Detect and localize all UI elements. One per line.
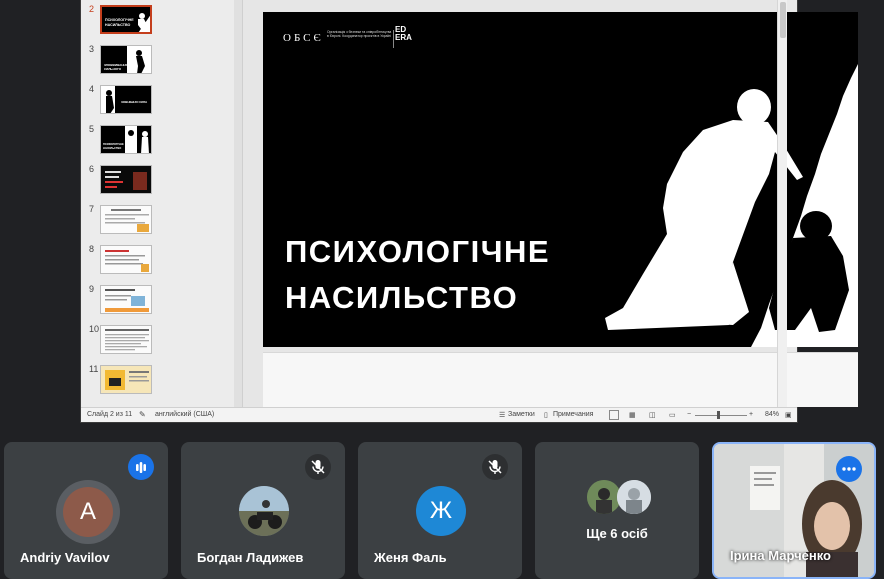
language-indicator[interactable]: английский (США) (155, 411, 214, 418)
svg-text:СИЛЬНОГО: СИЛЬНОГО (104, 67, 122, 71)
spellcheck-icon[interactable]: ✎ (139, 410, 146, 419)
svg-text:ПСИХОЛОГІЧНЕ: ПСИХОЛОГІЧНЕ (105, 18, 134, 22)
slide-thumb-image (100, 325, 152, 354)
slide-thumb-4[interactable]: 4 ЗОВНІШНЯ СИЛА (85, 84, 235, 118)
slide-thumb-11[interactable]: 11 (85, 364, 235, 398)
slide-thumb-image (100, 245, 152, 274)
slide-number: 8 (89, 244, 95, 254)
mic-off-icon (305, 454, 331, 480)
slide-number: 9 (89, 284, 95, 294)
slide-thumb-2[interactable]: 2 ПСИХОЛОГІЧНЕ НАСИЛЬСТВО (85, 4, 235, 38)
mic-off-icon (482, 454, 508, 480)
slideshow-icon[interactable]: ▭ (669, 411, 676, 419)
reading-view-icon[interactable]: ◫ (649, 411, 656, 419)
slides-panel-scrollbar[interactable] (234, 0, 242, 407)
svg-text:ПСИХОЛОГІЧНЕ: ПСИХОЛОГІЧНЕ (103, 142, 124, 146)
others-count: Ще 6 осіб (586, 526, 648, 541)
participant-name: Богдан Ладижев (197, 550, 304, 565)
slide-thumb-image (100, 205, 152, 234)
slide-counter: Слайд 2 из 11 (87, 411, 133, 418)
slide-thumb-image (100, 365, 152, 394)
participant-tile[interactable]: Ж Женя Фаль (358, 442, 522, 579)
slide-thumb-image (100, 285, 152, 314)
slide-thumb-10[interactable]: 10 (85, 324, 235, 358)
slide-number: 7 (89, 204, 95, 214)
zoom-level[interactable]: 84% (765, 411, 779, 418)
avatar: Ж (416, 486, 466, 536)
edera-logo: ED ERA (395, 25, 412, 42)
speaking-indicator-icon (128, 454, 154, 480)
avatar (239, 486, 289, 536)
slide-thumb-image: ЗОВНІШНЯ СИЛА (100, 85, 152, 114)
slide-thumb-image (100, 165, 152, 194)
slide-number: 2 (89, 4, 95, 14)
current-slide: ОБСЄ Організація з безпеки та співробітн… (263, 12, 858, 347)
slide-number: 6 (89, 164, 95, 174)
slide-thumb-image: ПСИХОЛОГІЧНЕ НАСИЛЬСТВО (100, 125, 152, 154)
slide-title-line-2: НАСИЛЬСТВО (285, 280, 519, 315)
zoom-in-icon[interactable]: + (749, 411, 753, 418)
slide-number: 11 (89, 364, 99, 374)
svg-text:ЗОВНІШНЯ СИЛА: ЗОВНІШНЯ СИЛА (121, 100, 148, 104)
notes-icon[interactable]: ☰ (499, 411, 505, 419)
slide-thumb-3[interactable]: 3 ЗЛОВЖИВАННЯ СИЛЬНОГО (85, 44, 235, 78)
slide-number: 4 (89, 84, 95, 94)
avatar-ring: A (56, 480, 120, 544)
avatar (587, 480, 621, 514)
slides-panel: 2 ПСИХОЛОГІЧНЕ НАСИЛЬСТВО 3 ЗЛОВЖИВАННЯ … (81, 0, 243, 407)
presentation-window: 2 ПСИХОЛОГІЧНЕ НАСИЛЬСТВО 3 ЗЛОВЖИВАННЯ … (80, 0, 858, 423)
participant-name: Andriy Vavilov (20, 550, 110, 565)
normal-view-icon[interactable] (609, 410, 619, 420)
comments-button[interactable]: Примечания (553, 411, 593, 418)
avatar (617, 480, 651, 514)
slide-sorter-icon[interactable]: ▦ (629, 411, 636, 419)
slide-thumb-7[interactable]: 7 (85, 204, 235, 238)
participant-tile[interactable]: A Andriy Vavilov (4, 442, 168, 579)
zoom-slider-handle[interactable] (717, 411, 720, 419)
zoom-slider[interactable] (695, 415, 747, 416)
osce-logo: ОБСЄ (283, 32, 324, 44)
svg-text:НАСИЛЬСТВО: НАСИЛЬСТВО (103, 146, 121, 150)
notes-button[interactable]: Заметки (508, 411, 535, 418)
slide-number: 5 (89, 124, 95, 134)
fit-to-window-icon[interactable]: ▣ (785, 411, 792, 419)
slide-thumb-6[interactable]: 6 (85, 164, 235, 198)
slide-thumb-5[interactable]: 5 ПСИХОЛОГІЧНЕ НАСИЛЬСТВО (85, 124, 235, 158)
participant-tile-video[interactable]: Ірина Марченко (712, 442, 876, 579)
notes-pane[interactable] (263, 352, 858, 407)
participant-name: Ірина Марченко (730, 548, 831, 563)
zoom-out-icon[interactable]: − (687, 411, 691, 418)
slide-scrollbar[interactable] (777, 0, 787, 407)
osce-subtext: Організація з безпеки та співробітництва… (327, 30, 392, 39)
slide-title-line-1: ПСИХОЛОГІЧНЕ (285, 234, 551, 269)
slide-thumb-image: ПСИХОЛОГІЧНЕ НАСИЛЬСТВО (100, 5, 152, 34)
slide-thumb-8[interactable]: 8 (85, 244, 235, 278)
svg-text:НАСИЛЬСТВО: НАСИЛЬСТВО (105, 23, 131, 27)
participant-name: Женя Фаль (374, 550, 447, 565)
meet-stage: 2 ПСИХОЛОГІЧНЕ НАСИЛЬСТВО 3 ЗЛОВЖИВАННЯ … (0, 0, 884, 579)
status-bar: Слайд 2 из 11 ✎ английский (США) ☰ Замет… (81, 407, 797, 422)
slide-number: 10 (89, 324, 100, 334)
slide-thumb-9[interactable]: 9 (85, 284, 235, 318)
slide-editor: ОБСЄ Організація з безпеки та співробітн… (243, 0, 858, 407)
participant-tile[interactable]: Богдан Ладижев (181, 442, 345, 579)
scroll-thumb[interactable] (780, 2, 786, 38)
slide-number: 3 (89, 44, 95, 54)
comments-icon[interactable]: ▯ (544, 411, 548, 419)
others-tile[interactable]: Ще 6 осіб (535, 442, 699, 579)
avatar: A (63, 487, 113, 537)
more-options-icon[interactable] (836, 456, 862, 482)
logo-divider (393, 30, 394, 48)
slide-thumb-image: ЗЛОВЖИВАННЯ СИЛЬНОГО (100, 45, 152, 74)
